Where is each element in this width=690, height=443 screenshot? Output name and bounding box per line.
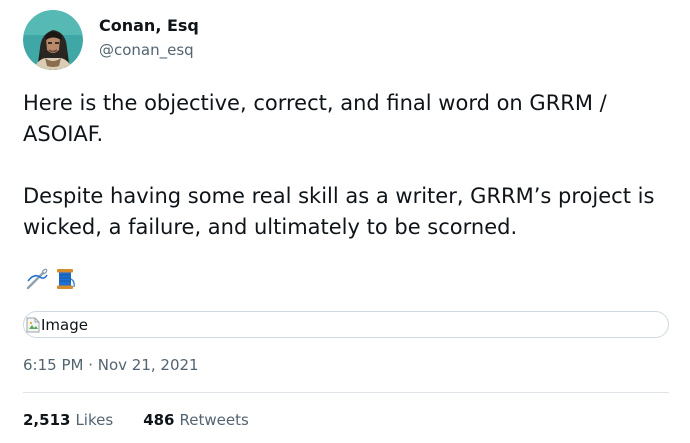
- avatar[interactable]: [23, 10, 83, 70]
- tweet-timestamp[interactable]: 6:15 PM · Nov 21, 2021: [23, 356, 199, 374]
- tweet-paragraph: Here is the objective, correct, and fina…: [23, 91, 607, 146]
- tweet-header: Conan, Esq @conan_esq: [23, 10, 199, 70]
- retweets-label: Retweets: [179, 411, 249, 429]
- likes-count: 2,513: [23, 411, 71, 429]
- display-name[interactable]: Conan, Esq: [99, 15, 199, 37]
- retweets-stat[interactable]: 486 Retweets: [143, 411, 249, 429]
- user-handle[interactable]: @conan_esq: [99, 40, 199, 60]
- emoji-row: [25, 267, 77, 291]
- likes-stat[interactable]: 2,513 Likes: [23, 411, 113, 429]
- divider: [23, 392, 669, 393]
- likes-label: Likes: [75, 411, 114, 429]
- tweet-media[interactable]: Image: [23, 311, 669, 338]
- image-alt-text: Image: [41, 315, 88, 334]
- broken-image-icon: [26, 317, 40, 332]
- conan-portrait-icon: [23, 10, 83, 70]
- retweets-count: 486: [143, 411, 175, 429]
- tweet-text: Here is the objective, correct, and fina…: [23, 88, 673, 243]
- needle-icon: [26, 268, 48, 290]
- author-info: Conan, Esq @conan_esq: [99, 15, 199, 60]
- engagement-stats: 2,513 Likes 486 Retweets: [23, 411, 249, 429]
- tweet-paragraph: Despite having some real skill as a writ…: [23, 184, 655, 239]
- tweet-card: Conan, Esq @conan_esq Here is the object…: [0, 0, 690, 443]
- spool-of-thread-icon: [57, 269, 75, 289]
